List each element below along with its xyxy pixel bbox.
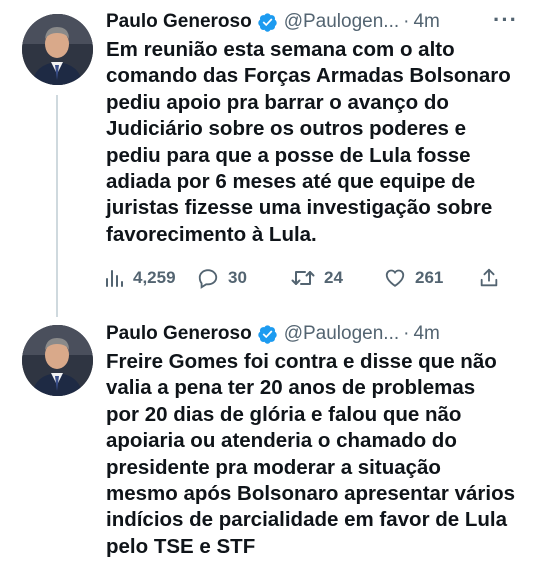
views-icon (104, 268, 124, 288)
reply-icon (197, 267, 219, 289)
separator-dot: · (403, 11, 410, 32)
separator-dot: · (403, 323, 410, 344)
tweet-actions: 4,259 30 24 261 (104, 263, 524, 293)
author-name[interactable]: Paulo Generoso (106, 11, 252, 33)
tweet-header: Paulo Generoso @Paulogen... · 4m ··· (106, 7, 526, 35)
author-handle[interactable]: @Paulogen... (284, 11, 399, 33)
text-line: por 20 dias de glória e falou que não (106, 402, 462, 426)
like-icon (384, 267, 406, 289)
like-button[interactable]: 261 (384, 267, 443, 289)
text-line: indícios de parcialidade em favor de Lul… (106, 508, 508, 532)
retweet-count: 24 (324, 268, 343, 287)
text-line: pediu para que a posse de Lula fosse (106, 143, 471, 167)
author-handle[interactable]: @Paulogen... (284, 323, 399, 345)
text-line: adiada por 6 meses até que equipe de (106, 170, 476, 194)
avatar[interactable] (22, 14, 93, 85)
tweet-text: Em reunião esta semana com o alto comand… (106, 37, 526, 248)
views-count: 4,259 (133, 268, 176, 287)
reply-count: 30 (228, 268, 247, 287)
thread-connector-line (56, 95, 58, 317)
timestamp[interactable]: 4m (413, 323, 439, 345)
avatar[interactable] (22, 325, 93, 396)
text-line: Judiciário sobre os outros poderes e (106, 117, 466, 141)
text-line: Freire Gomes foi contra e disse que não (106, 350, 497, 373)
like-count: 261 (415, 268, 444, 287)
text-line: apoiaria ou atenderia o chamado do (106, 429, 457, 453)
text-line: juristas fizesse uma investigação sobre (106, 196, 493, 220)
text-line: valia a pena ter 20 anos de problemas (106, 376, 476, 400)
author-name[interactable]: Paulo Generoso (106, 323, 252, 345)
text-line: presidente pra moderar a situação (106, 455, 441, 479)
text-line: pediu apoio pra barrar o avanço do (106, 90, 449, 114)
share-button[interactable] (478, 267, 500, 289)
text-line: pelo TSE e STF (106, 534, 256, 558)
views-button[interactable]: 4,259 (104, 268, 176, 288)
tweet-header: Paulo Generoso @Paulogen... · 4m (106, 321, 526, 347)
timestamp[interactable]: 4m (413, 11, 439, 33)
verified-badge-icon (257, 12, 278, 33)
retweet-icon (291, 267, 315, 289)
share-icon (478, 267, 500, 289)
text-line: Em reunião esta semana com o alto (106, 38, 455, 61)
verified-badge-icon (257, 324, 278, 345)
text-line: comando das Forças Armadas Bolsonaro (106, 64, 511, 88)
text-line: mesmo após Bolsonaro apresentar vários (106, 482, 516, 506)
more-icon[interactable]: ··· (493, 7, 518, 33)
reply-button[interactable]: 30 (197, 267, 247, 289)
retweet-button[interactable]: 24 (291, 267, 343, 289)
tweet-text: Freire Gomes foi contra e disse que não … (106, 349, 526, 560)
text-line: favorecimento à Lula. (106, 222, 317, 246)
